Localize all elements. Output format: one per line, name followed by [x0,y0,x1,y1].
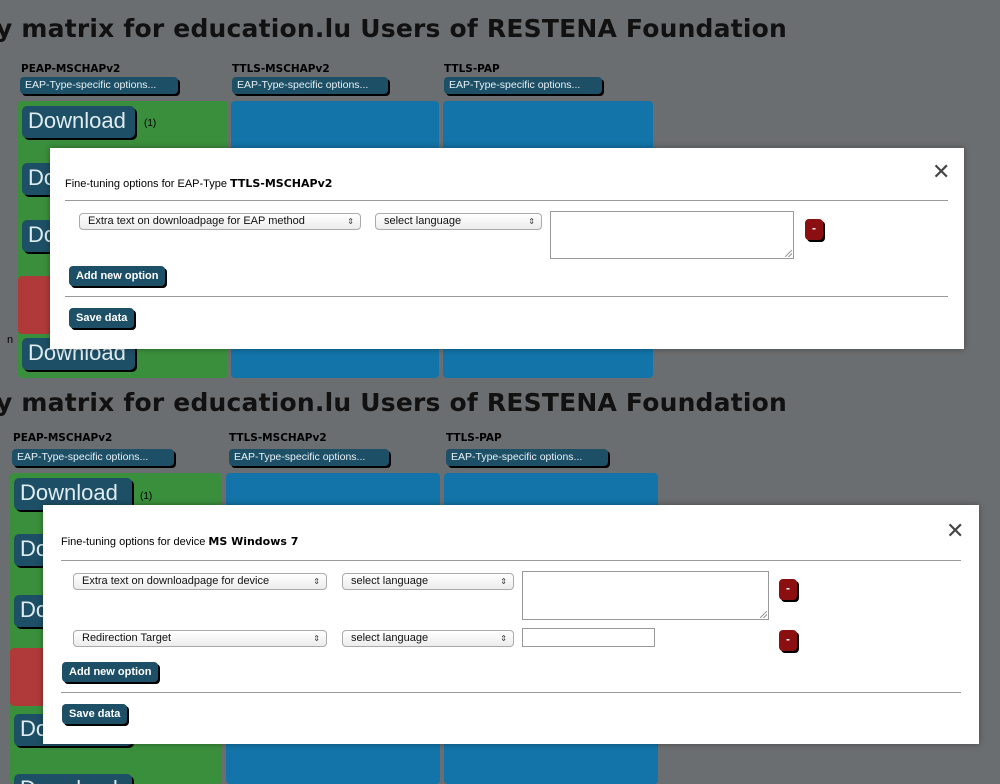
overlay-backdrop [964,148,1000,378]
divider [61,692,961,693]
divider [65,200,948,201]
language-select[interactable]: select language ⇕ [342,573,514,590]
screenshot-top: y matrix for education.lu Users of RESTE… [0,0,1000,378]
options-dialog: ✕ Fine-tuning options for device MS Wind… [43,505,979,744]
page-title: y matrix for education.lu Users of RESTE… [0,14,788,43]
column-header-ttls-mschapv2: TTLS-MSCHAPv2 [229,432,327,444]
add-option-button[interactable]: Add new option [69,266,166,286]
screenshot-bottom: y matrix for education.lu Users of RESTE… [0,378,1000,784]
column-header-ttls-pap: TTLS-PAP [444,63,500,75]
dialog-title: Fine-tuning options for EAP-Type TTLS-MS… [65,177,332,190]
option-value-textarea[interactable] [550,211,794,259]
select-arrow-icon: ⇕ [500,577,507,586]
dialog-title-prefix: Fine-tuning options for device [61,536,206,548]
overlay-backdrop [979,505,1000,784]
select-arrow-icon: ⇕ [528,217,535,226]
column-header-peap: PEAP-MSCHAPv2 [21,63,121,75]
add-option-button[interactable]: Add new option [62,662,159,682]
close-icon[interactable]: ✕ [932,162,950,184]
select-arrow-icon: ⇕ [313,577,320,586]
option-type-select[interactable]: Redirection Target ⇕ [73,630,327,647]
download-footnote: (1) [140,491,153,502]
eap-options-button[interactable]: EAP-Type-specific options... [229,449,389,466]
eap-options-button[interactable]: EAP-Type-specific options... [12,449,174,466]
resize-grip-icon[interactable] [785,250,792,257]
resize-grip-icon[interactable] [760,611,767,618]
option-type-value: Extra text on downloadpage for device [82,575,270,587]
select-arrow-icon: ⇕ [313,634,320,643]
download-footnote: (1) [144,118,157,129]
language-select[interactable]: select language ⇕ [375,213,542,230]
eap-options-button[interactable]: EAP-Type-specific options... [446,449,608,466]
language-value: select language [351,575,429,587]
column-header-ttls-mschapv2: TTLS-MSCHAPv2 [232,63,330,75]
save-button[interactable]: Save data [62,704,128,724]
option-type-select[interactable]: Extra text on downloadpage for device ⇕ [73,573,327,590]
dialog-title: Fine-tuning options for device MS Window… [61,535,298,548]
close-icon[interactable]: ✕ [946,521,964,543]
download-button[interactable]: Download [14,774,132,784]
column-header-ttls-pap: TTLS-PAP [446,432,502,444]
language-select[interactable]: select language ⇕ [342,630,514,647]
remove-option-button[interactable]: - [779,579,797,600]
option-value-textarea[interactable] [522,571,769,620]
language-value: select language [384,215,462,227]
remove-option-button[interactable]: - [779,630,797,651]
eap-options-button[interactable]: EAP-Type-specific options... [444,77,602,94]
eap-options-button[interactable]: EAP-Type-specific options... [20,77,178,94]
divider [61,560,961,561]
dialog-title-type: MS Windows 7 [208,535,299,548]
page-title: y matrix for education.lu Users of RESTE… [0,388,788,417]
redirection-target-input[interactable] [522,628,655,647]
option-type-value: Redirection Target [82,632,172,644]
dialog-title-type: TTLS-MSCHAPv2 [230,177,333,190]
select-arrow-icon: ⇕ [500,634,507,643]
option-type-select[interactable]: Extra text on downloadpage for EAP metho… [79,213,361,230]
save-button[interactable]: Save data [69,308,135,328]
options-dialog: ✕ Fine-tuning options for EAP-Type TTLS-… [50,148,964,349]
side-text: n [7,334,14,346]
column-header-peap: PEAP-MSCHAPv2 [13,432,113,444]
language-value: select language [351,632,429,644]
divider [65,296,948,297]
download-button[interactable]: Download [22,106,135,138]
dialog-title-prefix: Fine-tuning options for EAP-Type [65,178,228,190]
eap-options-button[interactable]: EAP-Type-specific options... [232,77,388,94]
remove-option-button[interactable]: - [805,219,823,240]
option-type-value: Extra text on downloadpage for EAP metho… [88,215,305,227]
select-arrow-icon: ⇕ [347,217,354,226]
